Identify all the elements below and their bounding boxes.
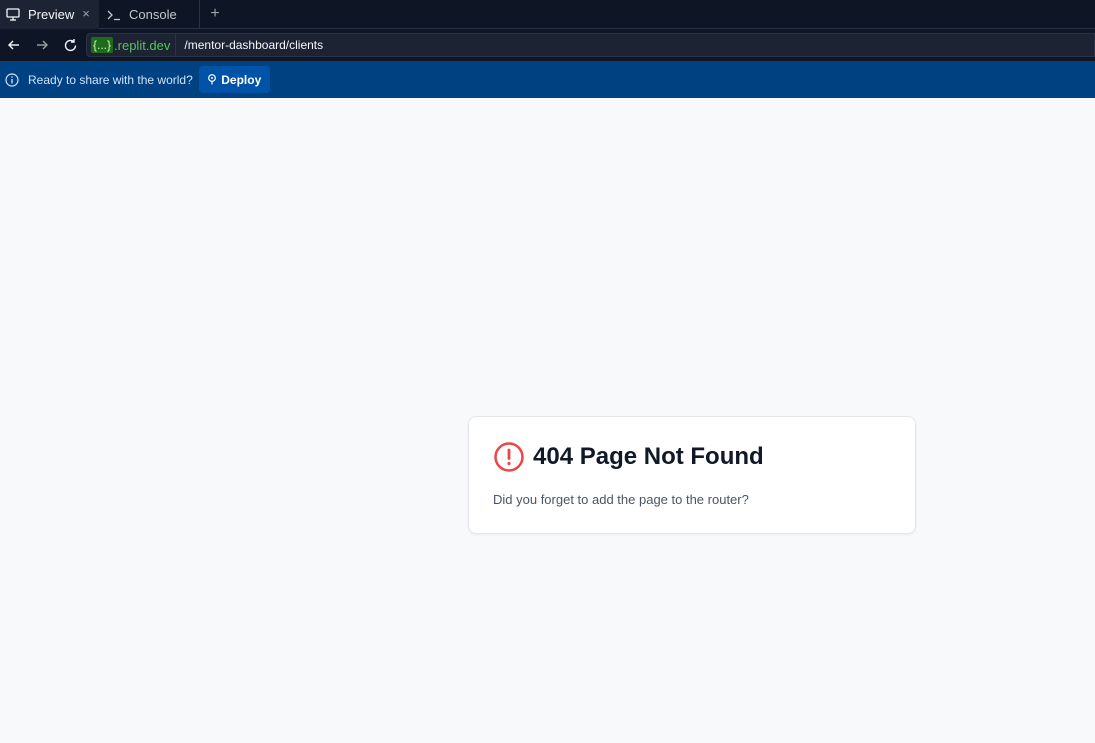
tab-bar: Preview × Console +	[0, 0, 1095, 29]
tab-preview-label: Preview	[28, 7, 75, 22]
deploy-label: Deploy	[221, 72, 262, 87]
domain-badge: {...}	[91, 37, 114, 53]
alert-circle-icon	[494, 442, 524, 472]
monitor-icon	[5, 7, 21, 23]
close-tab-icon[interactable]: ×	[80, 6, 92, 22]
tab-preview[interactable]: Preview ×	[0, 0, 99, 29]
not-found-card: 404 Page Not Found Did you forget to add…	[468, 416, 916, 534]
deploy-icon	[208, 74, 217, 85]
url-field[interactable]: {...} .replit.dev /mentor-dashboard/clie…	[86, 33, 1095, 57]
deploy-banner: Ready to share with the world? Deploy	[0, 61, 1095, 98]
new-tab-button[interactable]: +	[200, 0, 230, 28]
address-bar: {...} .replit.dev /mentor-dashboard/clie…	[0, 29, 1095, 61]
arrow-right-icon	[37, 40, 48, 50]
arrow-left-icon	[8, 40, 19, 50]
url-path[interactable]: /mentor-dashboard/clients	[176, 38, 323, 52]
error-message: Did you forget to add the page to the ro…	[493, 492, 749, 507]
info-icon	[5, 72, 19, 87]
terminal-icon	[106, 7, 122, 23]
page-title: 404 Page Not Found	[533, 443, 764, 470]
url-domain[interactable]: {...} .replit.dev	[87, 34, 177, 56]
tab-console-label: Console	[129, 7, 177, 22]
domain-text: .replit.dev	[114, 37, 171, 53]
card-header: 404 Page Not Found	[493, 441, 764, 473]
banner-text: Ready to share with the world?	[28, 72, 193, 87]
tab-console[interactable]: Console	[99, 0, 200, 29]
forward-button[interactable]	[28, 31, 56, 59]
reload-button[interactable]	[56, 31, 84, 59]
back-button[interactable]	[0, 31, 28, 59]
reload-icon	[64, 38, 76, 51]
deploy-button[interactable]: Deploy	[198, 66, 270, 93]
